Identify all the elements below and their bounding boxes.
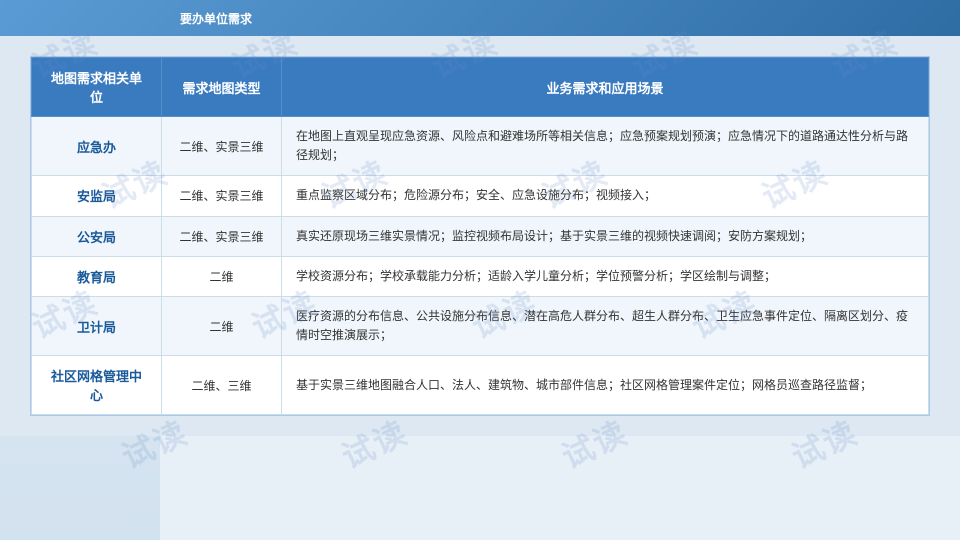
cell-map-type: 二维	[162, 256, 282, 296]
table-header-row: 地图需求相关单位 需求地图类型 业务需求和应用场景	[32, 58, 929, 117]
cell-description: 医疗资源的分布信息、公共设施分布信息、潜在高危人群分布、超生人群分布、卫生应急事…	[282, 296, 929, 355]
cell-unit: 应急办	[32, 117, 162, 176]
col-header-description: 业务需求和应用场景	[282, 58, 929, 117]
top-header-bar: 要办单位需求	[0, 0, 960, 36]
data-table-wrapper: 地图需求相关单位 需求地图类型 业务需求和应用场景 应急办二维、实景三维在地图上…	[30, 56, 930, 416]
cell-map-type: 二维、三维	[162, 356, 282, 415]
cell-unit: 社区网格管理中心	[32, 356, 162, 415]
section-title: 要办单位需求	[180, 10, 252, 27]
cell-map-type: 二维	[162, 296, 282, 355]
cell-description: 在地图上直观呈现应急资源、风险点和避难场所等相关信息；应急预案规划预演；应急情况…	[282, 117, 929, 176]
main-content-area: 地图需求相关单位 需求地图类型 业务需求和应用场景 应急办二维、实景三维在地图上…	[0, 36, 960, 436]
table-row: 卫计局二维医疗资源的分布信息、公共设施分布信息、潜在高危人群分布、超生人群分布、…	[32, 296, 929, 355]
table-row: 公安局二维、实景三维真实还原现场三维实景情况；监控视频布局设计；基于实景三维的视…	[32, 216, 929, 256]
cell-unit: 公安局	[32, 216, 162, 256]
cell-unit: 安监局	[32, 176, 162, 216]
table-row: 社区网格管理中心二维、三维基于实景三维地图融合人口、法人、建筑物、城市部件信息；…	[32, 356, 929, 415]
cell-description: 真实还原现场三维实景情况；监控视频布局设计；基于实景三维的视频快速调阅；安防方案…	[282, 216, 929, 256]
table-row: 教育局二维学校资源分布；学校承载能力分析；适龄入学儿童分析；学位预警分析；学区绘…	[32, 256, 929, 296]
cell-unit: 卫计局	[32, 296, 162, 355]
cell-description: 学校资源分布；学校承载能力分析；适龄入学儿童分析；学位预警分析；学区绘制与调整；	[282, 256, 929, 296]
cell-unit: 教育局	[32, 256, 162, 296]
cell-description: 基于实景三维地图融合人口、法人、建筑物、城市部件信息；社区网格管理案件定位；网格…	[282, 356, 929, 415]
col-header-map-type: 需求地图类型	[162, 58, 282, 117]
cell-map-type: 二维、实景三维	[162, 176, 282, 216]
table-row: 应急办二维、实景三维在地图上直观呈现应急资源、风险点和避难场所等相关信息；应急预…	[32, 117, 929, 176]
cell-map-type: 二维、实景三维	[162, 216, 282, 256]
requirements-table: 地图需求相关单位 需求地图类型 业务需求和应用场景 应急办二维、实景三维在地图上…	[31, 57, 929, 415]
table-row: 安监局二维、实景三维重点监察区域分布；危险源分布；安全、应急设施分布；视频接入；	[32, 176, 929, 216]
cell-map-type: 二维、实景三维	[162, 117, 282, 176]
cell-description: 重点监察区域分布；危险源分布；安全、应急设施分布；视频接入；	[282, 176, 929, 216]
col-header-unit: 地图需求相关单位	[32, 58, 162, 117]
